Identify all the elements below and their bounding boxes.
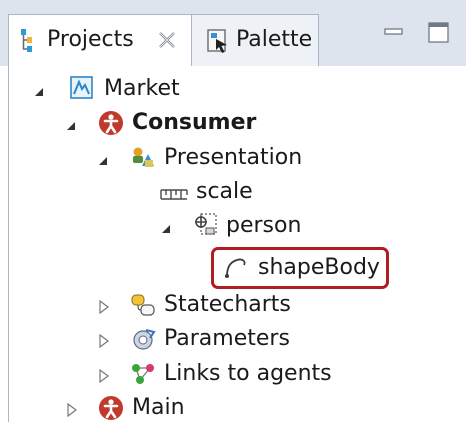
close-icon[interactable] bbox=[157, 30, 177, 54]
statecharts-icon bbox=[130, 292, 156, 322]
tree-node-main[interactable]: Main bbox=[0, 391, 466, 425]
tree-node-consumer[interactable]: Consumer bbox=[0, 106, 466, 140]
minimize-icon[interactable] bbox=[384, 22, 404, 41]
projects-icon bbox=[19, 28, 43, 58]
maximize-icon[interactable] bbox=[428, 22, 450, 48]
expanded-arrow-icon[interactable] bbox=[97, 152, 109, 171]
tree-node-scale[interactable]: scale bbox=[0, 175, 466, 209]
tree-node-statecharts[interactable]: Statecharts bbox=[0, 288, 466, 322]
tree-node-label: Market bbox=[104, 76, 180, 101]
tree-node-label: Consumer bbox=[132, 110, 257, 135]
tab-palette-label: Palette bbox=[236, 27, 313, 52]
tree-node-presentation[interactable]: Presentation bbox=[0, 141, 466, 175]
tab-projects[interactable]: Projects bbox=[8, 14, 192, 66]
collapsed-arrow-icon[interactable] bbox=[66, 402, 78, 421]
expanded-arrow-icon[interactable] bbox=[65, 117, 77, 136]
expanded-arrow-icon[interactable] bbox=[160, 220, 172, 239]
parameters-icon bbox=[130, 326, 156, 356]
group-icon bbox=[193, 212, 219, 242]
collapsed-arrow-icon[interactable] bbox=[98, 368, 110, 387]
tree-node-label: Parameters bbox=[164, 326, 290, 351]
tree-node-label: shapeBody bbox=[258, 255, 380, 280]
tree-node-label: scale bbox=[196, 179, 253, 204]
collapsed-arrow-icon[interactable] bbox=[98, 333, 110, 352]
tree-node-person[interactable]: person bbox=[0, 209, 466, 243]
tree-node-market[interactable]: Market bbox=[0, 72, 466, 106]
tab-projects-label: Projects bbox=[47, 27, 134, 52]
model-icon bbox=[70, 76, 94, 104]
palette-icon bbox=[206, 28, 230, 58]
tree-node-label: person bbox=[226, 213, 302, 238]
agent-icon bbox=[98, 110, 124, 140]
tree-node-label: Statecharts bbox=[164, 292, 291, 317]
tree-node-label: Presentation bbox=[164, 145, 303, 170]
tree-node-label: Main bbox=[132, 395, 185, 420]
tree-node-links-to-agents[interactable]: Links to agents bbox=[0, 357, 466, 391]
expanded-arrow-icon[interactable] bbox=[33, 83, 45, 102]
tab-palette[interactable]: Palette bbox=[192, 14, 319, 66]
collapsed-arrow-icon[interactable] bbox=[98, 299, 110, 318]
curve-shape-icon bbox=[224, 256, 250, 284]
view-tab-bar: Projects Palette bbox=[0, 0, 466, 66]
tree-node-label: Links to agents bbox=[164, 361, 332, 386]
presentation-icon bbox=[130, 146, 156, 174]
links-icon bbox=[130, 361, 156, 391]
tree-node-shapebody[interactable]: shapeBody bbox=[0, 251, 466, 285]
agent-icon bbox=[98, 395, 124, 425]
scale-icon bbox=[160, 185, 188, 205]
tree-node-parameters[interactable]: Parameters bbox=[0, 322, 466, 356]
project-tree[interactable]: Market Consumer Presentation scale perso… bbox=[0, 66, 466, 422]
